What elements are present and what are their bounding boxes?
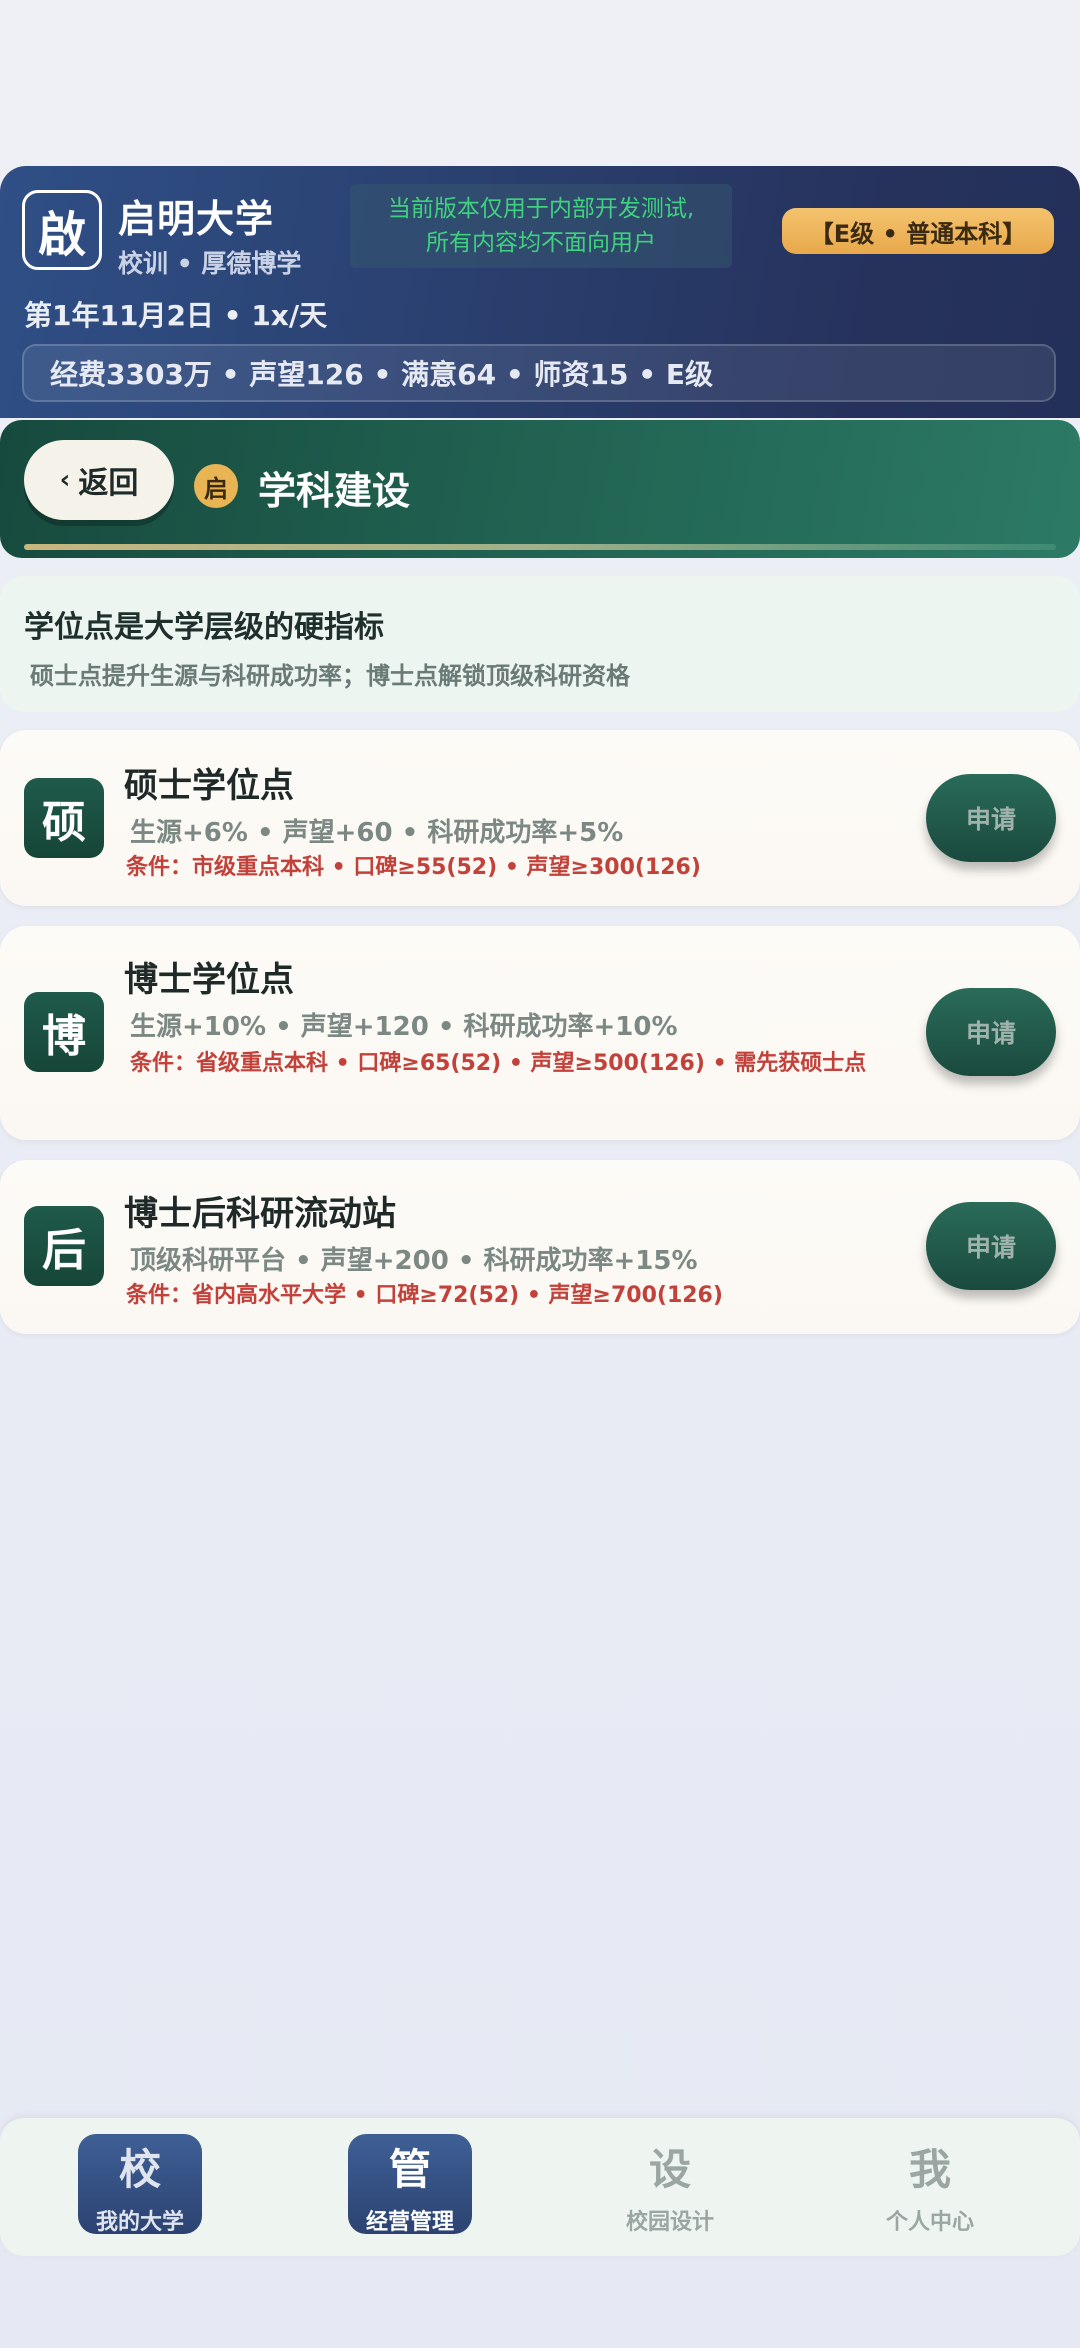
degree-condition: 条件：省内高水平大学 • 口碑≥72(52) • 声望≥700(126) [126, 1283, 723, 1308]
stats-bar: 经费3303万 • 声望126 • 满意64 • 师资15 • E级 [22, 344, 1056, 402]
page-title: 学科建设 [258, 469, 411, 513]
university-header: 啟 启明大学 校训 • 厚德博学 当前版本仅用于内部开发测试, 所有内容均不面向… [0, 166, 1080, 418]
manage-icon: 管 [388, 2145, 431, 2194]
section-badge: 启 [194, 464, 238, 508]
school-icon: 校 [118, 2145, 161, 2194]
nav-tab-campus-design[interactable]: 设 校园设计 [540, 2118, 800, 2256]
degree-card-doctor: 博 博士学位点 生源+10% • 声望+120 • 科研成功率+10% 条件：省… [0, 926, 1080, 1140]
degree-card-postdoc: 后 博士后科研流动站 顶级科研平台 • 声望+200 • 科研成功率+15% 条… [0, 1160, 1080, 1334]
apply-button[interactable]: 申请 [926, 774, 1056, 862]
nav-tab-profile[interactable]: 我 个人中心 [800, 2118, 1060, 2256]
nav-tab-management[interactable]: 管 经营管理 [280, 2118, 540, 2256]
section-underline [24, 544, 1056, 550]
dev-notice: 当前版本仅用于内部开发测试, 所有内容均不面向用户 [350, 184, 732, 268]
degree-benefit: 生源+10% • 声望+120 • 科研成功率+10% [130, 1012, 678, 1042]
chevron-left-icon: ‹ [59, 465, 71, 495]
date-speed: 第1年11月2日 • 1x/天 [24, 299, 328, 332]
degree-title: 博士后科研流动站 [124, 1194, 396, 1234]
info-subtitle: 硕士点提升生源与科研成功率；博士点解锁顶级科研资格 [30, 662, 630, 690]
nav-label: 校园设计 [625, 2210, 714, 2235]
degree-benefit: 顶级科研平台 • 声望+200 • 科研成功率+15% [130, 1246, 698, 1276]
tier-badge: 【E级 • 普通本科】 [782, 208, 1054, 254]
back-button[interactable]: ‹ 返回 [24, 440, 174, 520]
profile-icon: 我 [908, 2145, 951, 2194]
university-motto: 校训 • 厚德博学 [118, 249, 302, 278]
bottom-nav: 校 我的大学 管 经营管理 设 校园设计 我 个人中心 [0, 2118, 1080, 2256]
university-logo: 啟 [22, 190, 102, 270]
degree-card-master: 硕 硕士学位点 生源+6% • 声望+60 • 科研成功率+5% 条件：市级重点… [0, 730, 1080, 906]
dev-notice-line2: 所有内容均不面向用户 [426, 230, 656, 256]
section-header: ‹ 返回 启 学科建设 [0, 420, 1080, 558]
design-icon: 设 [648, 2145, 691, 2194]
nav-tab-my-university[interactable]: 校 我的大学 [10, 2118, 270, 2256]
info-title: 学位点是大学层级的硬指标 [24, 610, 384, 645]
nav-label: 个人中心 [885, 2210, 974, 2235]
dev-notice-line1: 当前版本仅用于内部开发测试, [387, 196, 695, 222]
university-name: 启明大学 [118, 197, 275, 241]
info-card: 学位点是大学层级的硬指标 硕士点提升生源与科研成功率；博士点解锁顶级科研资格 [0, 576, 1080, 712]
degree-title: 硕士学位点 [124, 766, 294, 806]
degree-icon: 博 [24, 992, 104, 1072]
apply-button[interactable]: 申请 [926, 988, 1056, 1076]
nav-label: 我的大学 [95, 2210, 184, 2235]
degree-benefit: 生源+6% • 声望+60 • 科研成功率+5% [130, 818, 624, 848]
back-label: 返回 [78, 466, 139, 501]
degree-title: 博士学位点 [124, 960, 294, 1000]
nav-label: 经营管理 [365, 2210, 454, 2235]
logo-char: 啟 [37, 207, 86, 263]
apply-button[interactable]: 申请 [926, 1202, 1056, 1290]
degree-icon: 硕 [24, 778, 104, 858]
degree-condition: 条件：市级重点本科 • 口碑≥55(52) • 声望≥300(126) [126, 855, 701, 880]
degree-icon: 后 [24, 1206, 104, 1286]
stats-text: 经费3303万 • 声望126 • 满意64 • 师资15 • E级 [50, 358, 714, 391]
degree-condition: 条件：省级重点本科 • 口碑≥65(52) • 声望≥500(126) • 需先… [130, 1051, 867, 1076]
